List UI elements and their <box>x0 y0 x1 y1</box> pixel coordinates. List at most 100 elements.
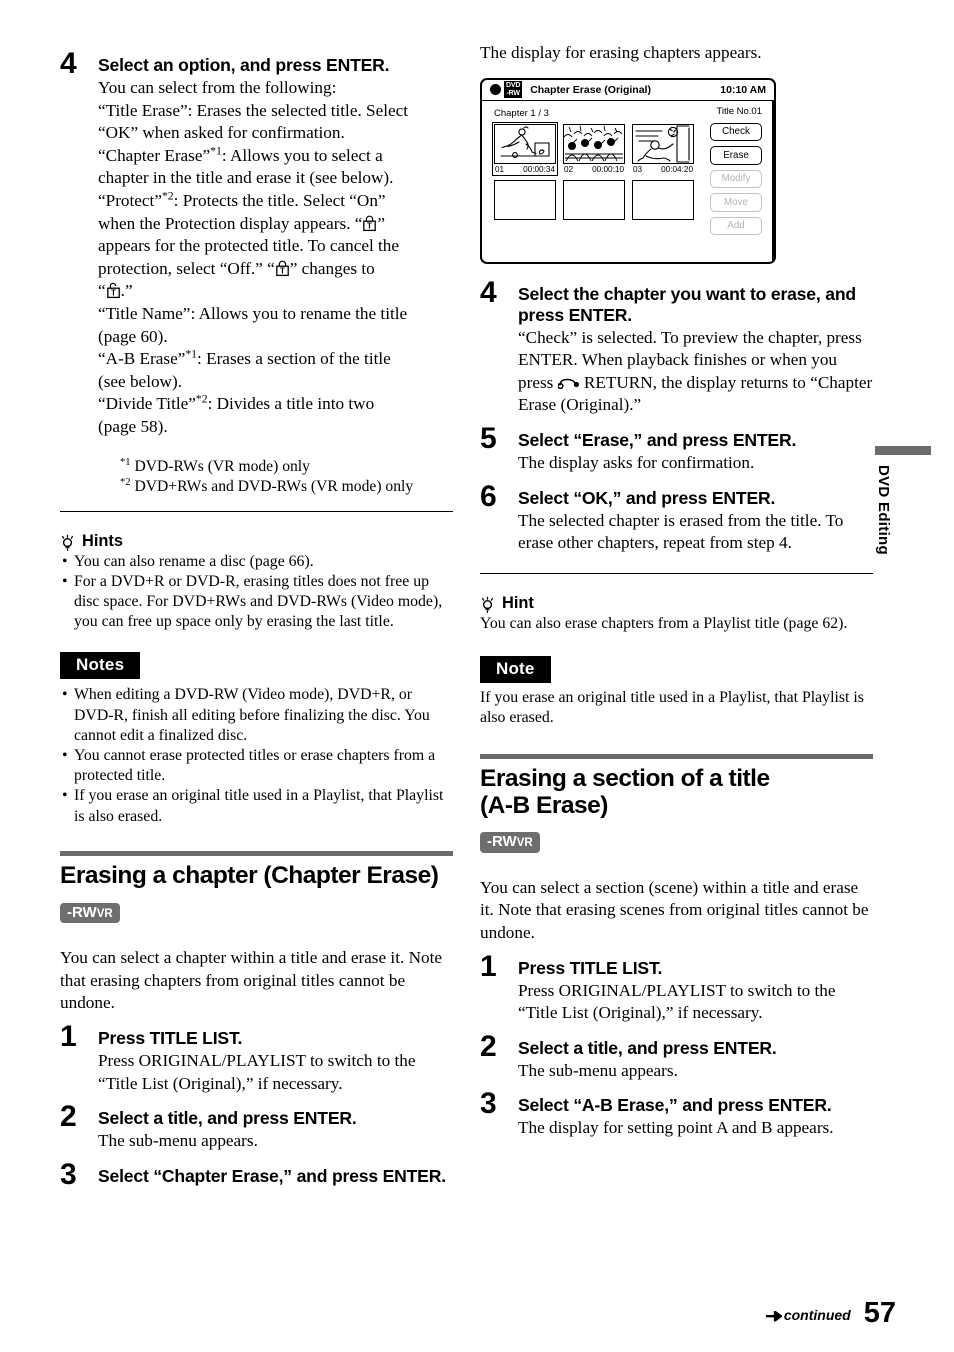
step-heading: Select “A-B Erase,” and press ENTER. <box>518 1095 832 1116</box>
option-protect-l2: when the Protection display appears. “ <box>98 213 363 233</box>
note-block: Note If you erase an original title used… <box>480 655 873 728</box>
section-title: Erasing a section of a title (A-B Erase) <box>480 765 873 819</box>
step-number: 3 <box>480 1087 497 1121</box>
notes-heading: Notes <box>60 652 141 680</box>
step-number: 4 <box>60 47 77 80</box>
svg-text:T: T <box>111 289 116 298</box>
page-number: 57 <box>863 1297 896 1329</box>
disc-badge-main: -RW <box>67 903 97 921</box>
option-ab-erase-l2: (see below). <box>98 371 182 391</box>
option-title-name-l2: (page 60). <box>98 326 168 346</box>
thumbnail-image-keeper <box>632 123 694 164</box>
disc-badge-main: -RW <box>487 833 517 851</box>
footnote-2: *2 DVD+RWs and DVD-RWs (VR mode) only <box>120 477 453 497</box>
ab-erase-step-1: 1 Press TITLE LIST. Press ORIGINAL/PLAYL… <box>480 951 873 1025</box>
osd-title-bar: DVD -RW Chapter Erase (Original) 10:10 A… <box>482 80 774 101</box>
step-heading: Select an option, and press ENTER. <box>98 55 390 75</box>
chapter-thumbnail-03[interactable]: 03 00:04:20 <box>632 123 694 174</box>
option-ab-erase-l1b: : Erases a section of the title <box>197 349 391 369</box>
osd-body: Chapter 1 / 3 Title No.01 01 00:00:34 02… <box>482 101 774 236</box>
option-chapter-erase-l1: “Chapter Erase” <box>98 145 211 165</box>
notes-list: When editing a DVD-RW (Video mode), DVD+… <box>60 685 453 826</box>
chapter-meta: 01 00:00:34 <box>494 165 556 174</box>
chapter-thumbnail-01[interactable]: 01 00:00:34 <box>491 121 559 177</box>
step-body: “Check” is selected. To preview the chap… <box>518 327 873 417</box>
thumbnail-image-player <box>494 123 556 164</box>
step-number: 5 <box>480 421 497 455</box>
note-item: If you erase an original title used in a… <box>60 786 453 826</box>
step-body: Press ORIGINAL/PLAYLIST to switch to the… <box>518 980 836 1023</box>
dvd-rw-line1: DVD <box>506 82 521 90</box>
disc-badge-sub: VR <box>96 907 113 920</box>
step-heading: Select a title, and press ENTER. <box>518 1037 777 1058</box>
section-rule <box>60 850 453 856</box>
option-chapter-erase-l1b: : Allows you to select a <box>221 145 383 165</box>
step-heading: Select “Chapter Erase,” and press ENTER. <box>98 1165 446 1186</box>
notes-block: Notes When editing a DVD-RW (Video mode)… <box>60 652 453 826</box>
footnote-ref-2: *2 <box>161 189 174 203</box>
footnote-1-marker: *1 <box>120 456 131 468</box>
step-heading: Select the chapter you want to erase, an… <box>518 283 856 325</box>
disc-badge-sub: VR <box>516 837 533 850</box>
disc-badge: -RWVR <box>60 902 120 924</box>
side-tab-label: DVD Editing <box>875 465 892 555</box>
section-title-line2: (A-B Erase) <box>480 792 608 820</box>
empty-slot[interactable] <box>563 179 625 220</box>
step-heading: Press TITLE LIST. <box>518 957 663 978</box>
note-item: When editing a DVD-RW (Video mode), DVD+… <box>60 685 453 746</box>
step-number: 2 <box>60 1100 77 1134</box>
osd-chapter-counter: Chapter 1 / 3 <box>494 107 549 119</box>
chapter-time: 00:00:34 <box>523 164 555 174</box>
hint-heading: Hint <box>480 594 873 613</box>
thumbnail-image-crowd <box>563 123 625 164</box>
section-title-line1: Erasing a section of a title <box>480 765 770 793</box>
chapter-thumbnail-02[interactable]: 02 00:00:10 <box>563 123 625 174</box>
check-button[interactable]: Check <box>710 122 762 142</box>
footnote-ref-4: *2 <box>195 392 208 406</box>
section-intro: You can select a section (scene) within … <box>480 877 869 943</box>
option-title-erase-l1: “Title Erase”: Erases the selected title… <box>98 100 409 120</box>
step-body: Press ORIGINAL/PLAYLIST to switch to the… <box>98 1051 416 1093</box>
chapter-number: 01 <box>495 164 505 174</box>
chapter-erase-osd: DVD -RW Chapter Erase (Original) 10:10 A… <box>480 77 776 264</box>
option-title-name-l1: “Title Name”: Allows you to rename the t… <box>98 303 408 323</box>
hints-heading-text: Hints <box>82 531 123 550</box>
option-title-erase-l2: “OK” when asked for confirmation. <box>98 123 345 143</box>
chapter-number: 02 <box>564 164 574 174</box>
lock-open-icon: T <box>106 282 121 299</box>
step4-intro: You can select from the following: <box>98 78 337 97</box>
step-body: The sub-menu appears. <box>518 1060 678 1080</box>
footnote-2-marker: *2 <box>120 476 131 488</box>
section-title: Erasing a chapter (Chapter Erase) <box>60 861 439 889</box>
step-4-select-option: 4 Select an option, and press ENTER. You… <box>60 49 453 497</box>
option-protect-l1: “Protect” <box>98 190 162 210</box>
option-protect-l3: appears for the protected title. To canc… <box>98 236 400 256</box>
dvd-rw-line2: -RW <box>506 89 520 97</box>
chapter-erase-step-1: 1 Press TITLE LIST. Press ORIGINAL/PLAYL… <box>60 1022 453 1095</box>
disc-badge-rwvr: -RWVR <box>60 902 453 924</box>
continued-label: continued <box>783 1306 851 1323</box>
modify-button: Modify <box>710 169 762 189</box>
option-divide-title-l1: “Divide Title” <box>98 394 196 414</box>
hint-heading-text: Hint <box>502 593 534 612</box>
divider-above-hint <box>480 572 873 574</box>
step-number: 6 <box>480 479 497 513</box>
dvd-rw-icon: DVD -RW <box>504 81 523 99</box>
page-footer: continued 57 <box>765 1297 896 1329</box>
option-divide-title-l1b: : Divides a title into two <box>207 394 375 414</box>
step-body: The display for setting point A and B ap… <box>518 1118 834 1138</box>
return-icon <box>556 373 580 389</box>
erase-button[interactable]: Erase <box>710 146 762 165</box>
step-body: You can select from the following: “Titl… <box>98 77 453 439</box>
osd-status-row: Chapter 1 / 3 <box>494 108 706 119</box>
footnote-1-text: DVD-RWs (VR mode) only <box>134 457 310 475</box>
hint-block: Hint You can also erase chapters from a … <box>480 594 873 634</box>
empty-slot[interactable] <box>494 179 556 220</box>
step-number: 1 <box>480 949 497 983</box>
left-column: 4 Select an option, and press ENTER. You… <box>60 42 453 1189</box>
disc-badge: -RWVR <box>480 832 540 853</box>
empty-slot[interactable] <box>632 179 694 220</box>
step-number: 2 <box>480 1029 497 1063</box>
hint-item: For a DVD+R or DVD-R, erasing titles doe… <box>60 572 453 633</box>
step-heading: Press TITLE LIST. <box>98 1028 243 1049</box>
